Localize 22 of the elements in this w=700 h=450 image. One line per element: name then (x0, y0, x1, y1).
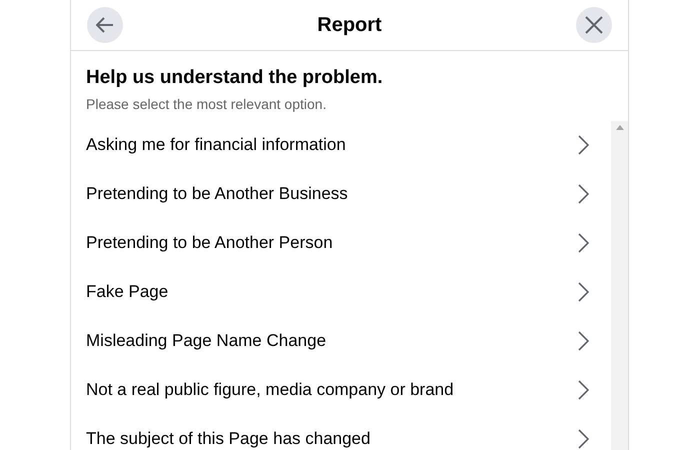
chevron-icon (578, 282, 589, 302)
report-option[interactable]: Misleading Page Name Change (71, 316, 611, 366)
back-button[interactable] (87, 7, 123, 43)
close-icon (584, 16, 603, 34)
chevron-icon (578, 380, 589, 400)
back-arrow-icon (96, 17, 114, 33)
instruction-text: Please select the most relevant option. (86, 94, 328, 114)
report-option[interactable]: Asking me for financial information (71, 120, 611, 170)
report-option[interactable]: Not a real public figure, media company or brand (71, 366, 611, 414)
heading: Help us understand the problem. (86, 66, 384, 90)
chevron-icon (578, 184, 589, 204)
chevron-icon (578, 331, 589, 351)
chevron-icon (578, 135, 589, 155)
scrollbar[interactable] (611, 120, 628, 450)
chevron-icon (578, 233, 589, 253)
report-option[interactable]: Pretending to be Another Person (71, 218, 611, 268)
chevron-icon (578, 429, 589, 449)
close-button[interactable] (576, 7, 612, 43)
report-option[interactable]: The subject of this Page has changed (71, 414, 611, 450)
report-option[interactable]: Pretending to be Another Business (71, 170, 611, 218)
report-option[interactable]: Fake Page (71, 268, 611, 316)
dialog-title: Report (317, 13, 382, 38)
